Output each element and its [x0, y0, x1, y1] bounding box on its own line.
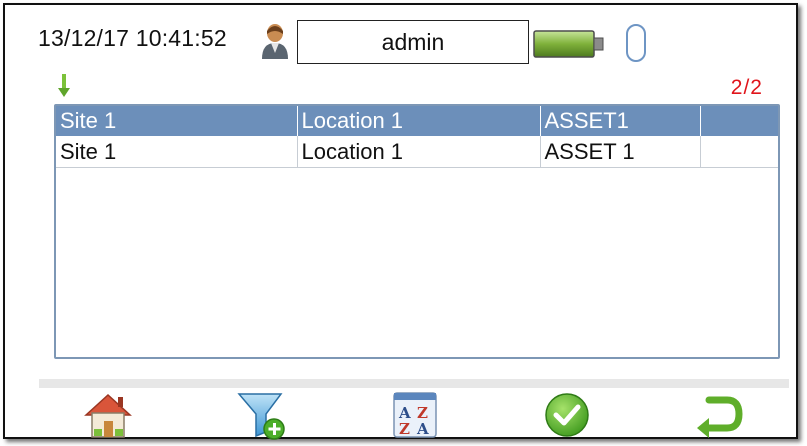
page-indicator: 2/2 [730, 76, 763, 99]
table-header-row[interactable]: Site 1 Location 1 ASSET1 [56, 106, 778, 136]
column-header-location[interactable]: Location 1 [297, 106, 541, 136]
asset-list: Site 1 Location 1 ASSET1 Site 1 Location… [54, 104, 780, 359]
device-screen: 13/12/17 10:41:52 admin 2/2 Site 1 Locat… [3, 3, 798, 441]
datetime-display: 13/12/17 10:41:52 [38, 25, 227, 51]
cell-location: Location 1 [297, 136, 541, 168]
back-button[interactable] [691, 389, 745, 441]
user-icon [262, 24, 288, 59]
sort-az-icon: A Z Z A [393, 392, 437, 438]
battery-icon [533, 30, 604, 58]
cell-asset: ASSET 1 [540, 136, 701, 168]
cell-site: Site 1 [56, 136, 298, 168]
back-icon [697, 396, 743, 438]
sort-button[interactable]: A Z Z A [388, 389, 442, 441]
cell-extra [700, 136, 778, 168]
column-header-site[interactable]: Site 1 [56, 106, 298, 136]
home-icon [84, 393, 132, 438]
arrow-down-icon [58, 74, 70, 97]
add-filter-icon [237, 393, 285, 440]
add-filter-button[interactable] [235, 389, 289, 441]
confirm-button[interactable] [540, 389, 594, 441]
column-header-extra [700, 106, 778, 136]
svg-text:Z: Z [399, 420, 410, 438]
column-header-asset[interactable]: ASSET1 [540, 106, 701, 136]
toolbar-divider [39, 379, 789, 388]
table-row[interactable]: Site 1 Location 1 ASSET 1 [56, 136, 778, 168]
username-field[interactable]: admin [297, 20, 529, 64]
home-button[interactable] [81, 389, 135, 441]
svg-text:A: A [416, 420, 429, 438]
signal-icon [626, 24, 646, 62]
confirm-icon [545, 393, 589, 437]
